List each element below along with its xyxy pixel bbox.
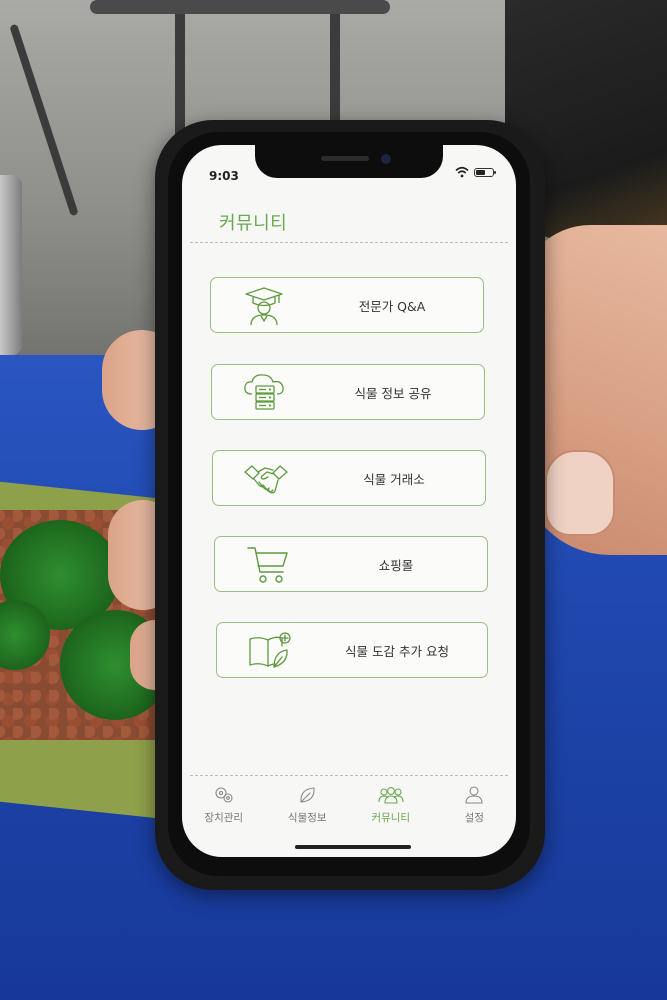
- chair-leg: [90, 0, 390, 14]
- tab-community[interactable]: 커뮤니티: [349, 777, 433, 837]
- user-icon: [465, 786, 483, 804]
- community-menu: 전문가 Q&A 식물 정보 공유 식물 거래소 쇼핑몰 식물 도감 추가 요청: [182, 145, 516, 857]
- other-device: [0, 175, 22, 355]
- tab-bar-divider: [190, 775, 508, 776]
- people-icon: [378, 787, 404, 804]
- menu-plant-info-share-button[interactable]: 식물 정보 공유: [211, 364, 485, 420]
- menu-label: 식물 도감 추가 요청: [345, 643, 449, 659]
- tab-label: 설정: [464, 812, 484, 824]
- menu-expert-qa-button[interactable]: 전문가 Q&A: [210, 277, 484, 333]
- tab-plant-info[interactable]: 식물정보: [266, 777, 350, 837]
- menu-label: 전문가 Q&A: [358, 298, 426, 314]
- phone-screen: 9:03 커뮤니티 전문가 Q&A 식물 정보 공유 식물 거래소 쇼핑몰 식물…: [182, 145, 516, 857]
- leaf-icon: [300, 787, 315, 803]
- menu-label: 쇼핑몰: [378, 557, 414, 573]
- menu-label: 식물 정보 공유: [354, 385, 432, 401]
- tab-device-management[interactable]: 장치관리: [182, 777, 266, 837]
- graduate-icon: [245, 287, 283, 326]
- tab-label: 식물정보: [287, 812, 327, 824]
- cloud-server-icon: [244, 374, 284, 410]
- cart-icon: [247, 547, 288, 583]
- menu-shopping-mall-button[interactable]: 쇼핑몰: [214, 536, 488, 592]
- menu-label: 식물 거래소: [363, 471, 425, 487]
- menu-plant-exchange-button[interactable]: 식물 거래소: [212, 450, 486, 506]
- thumb: [545, 450, 615, 536]
- tab-label: 장치관리: [204, 812, 244, 824]
- home-indicator[interactable]: [295, 845, 411, 849]
- menu-encyclopedia-request-button[interactable]: 식물 도감 추가 요청: [216, 622, 488, 678]
- tab-settings[interactable]: 설정: [433, 777, 517, 837]
- book-add-icon: [249, 632, 291, 668]
- device-icon: [215, 787, 233, 803]
- handshake-icon: [244, 465, 288, 494]
- bottom-tab-bar: 장치관리 식물정보 커뮤니티 설정: [182, 777, 516, 837]
- tab-label: 커뮤니티: [371, 812, 411, 824]
